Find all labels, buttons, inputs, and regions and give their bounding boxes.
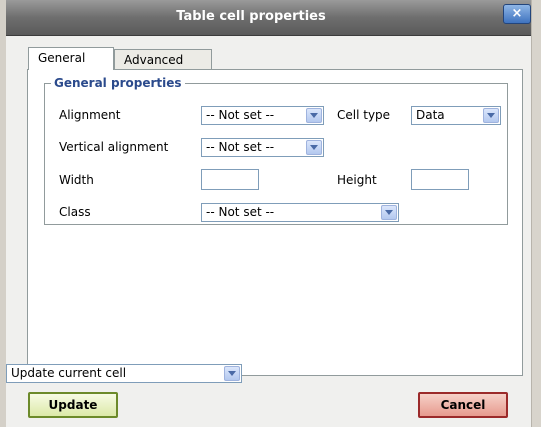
- chevron-down-icon: [306, 108, 322, 123]
- chevron-down-icon: [306, 140, 322, 155]
- chevron-down-icon: [483, 108, 499, 123]
- general-properties-legend: General properties: [54, 76, 182, 90]
- update-scope-select[interactable]: Update current cell: [6, 364, 242, 383]
- general-tab-panel: General properties Alignment -- Not set …: [27, 69, 523, 376]
- height-label: Height: [337, 173, 377, 187]
- class-label: Class: [59, 205, 91, 219]
- vertical-alignment-select[interactable]: -- Not set --: [201, 138, 324, 157]
- cell-type-select-value: Data: [416, 108, 445, 122]
- cancel-button[interactable]: Cancel: [418, 392, 508, 418]
- alignment-label: Alignment: [59, 108, 121, 122]
- chevron-down-icon: [381, 205, 397, 220]
- window-right-edge: [531, 0, 541, 427]
- height-field[interactable]: [411, 169, 469, 190]
- close-button[interactable]: ×: [503, 4, 531, 24]
- chevron-down-icon: [224, 366, 240, 381]
- update-scope-select-value: Update current cell: [11, 366, 127, 380]
- table-cell-properties-dialog: Table cell properties × General Advanced…: [0, 0, 541, 427]
- dialog-body: General Advanced General properties Alig…: [6, 36, 531, 427]
- dialog-title: Table cell properties: [176, 9, 326, 24]
- vertical-alignment-label: Vertical alignment: [59, 140, 169, 154]
- width-field[interactable]: [201, 169, 259, 190]
- update-button[interactable]: Update: [28, 392, 118, 418]
- width-label: Width: [59, 173, 94, 187]
- vertical-alignment-select-value: -- Not set --: [206, 140, 275, 154]
- alignment-select[interactable]: -- Not set --: [201, 106, 324, 125]
- cell-type-select[interactable]: Data: [411, 106, 501, 125]
- tab-advanced[interactable]: Advanced: [114, 49, 212, 70]
- tab-general[interactable]: General: [28, 47, 114, 70]
- class-select[interactable]: -- Not set --: [201, 203, 399, 222]
- title-bar[interactable]: Table cell properties ×: [6, 0, 531, 36]
- class-select-value: -- Not set --: [206, 205, 275, 219]
- close-icon: ×: [511, 6, 523, 21]
- cell-type-label: Cell type: [337, 108, 391, 122]
- alignment-select-value: -- Not set --: [206, 108, 275, 122]
